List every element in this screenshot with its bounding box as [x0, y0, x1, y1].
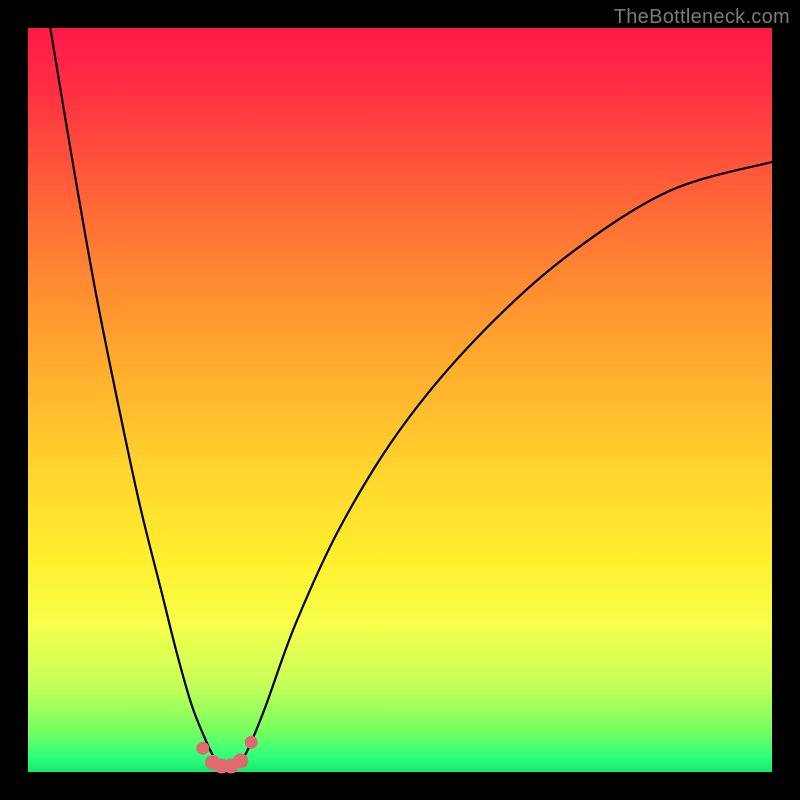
chart-plot-area	[28, 28, 772, 772]
optimum-marker	[233, 753, 248, 768]
bottleneck-curve-path	[50, 28, 772, 765]
watermark-text: TheBottleneck.com	[614, 6, 790, 29]
optimum-marker	[196, 742, 209, 755]
bottleneck-curve-svg	[28, 28, 772, 772]
optimum-marker	[245, 736, 258, 749]
